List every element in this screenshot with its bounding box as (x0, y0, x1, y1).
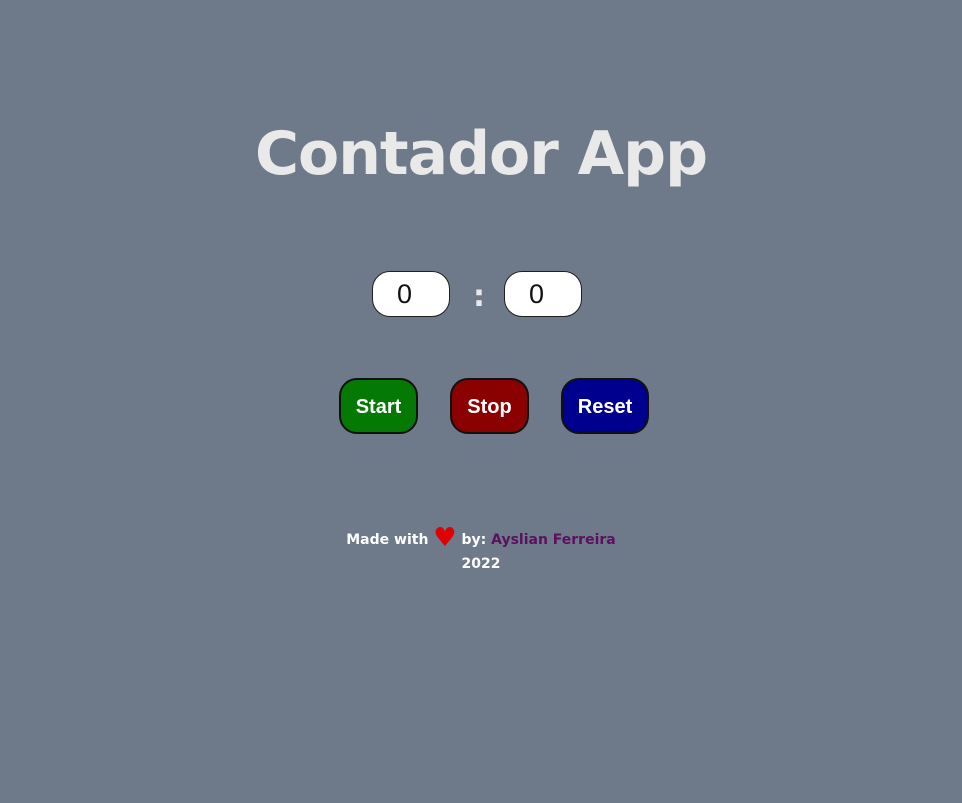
author-link[interactable]: Ayslian Ferreira (491, 532, 616, 548)
made-with-label: Made with (346, 532, 429, 548)
start-button[interactable]: Start (339, 378, 418, 434)
heart-icon: ♥ (433, 523, 457, 553)
footer: Made with ♥ by: Ayslian Ferreira 2022 (0, 523, 962, 576)
minutes-display: 0 (372, 271, 450, 317)
page: Contador App 0 : 0 Start Stop Reset Made… (0, 0, 962, 803)
stop-button[interactable]: Stop (450, 378, 529, 434)
time-separator: : (473, 279, 485, 314)
by-label: by: (461, 532, 487, 548)
reset-button[interactable]: Reset (561, 378, 649, 434)
seconds-display: 0 (504, 271, 582, 317)
counter-display: 0 : 0 (0, 271, 962, 320)
page-title: Contador App (254, 119, 708, 189)
footer-credit-line: Made with ♥ by: Ayslian Ferreira (0, 523, 962, 553)
footer-year: 2022 (461, 556, 501, 572)
